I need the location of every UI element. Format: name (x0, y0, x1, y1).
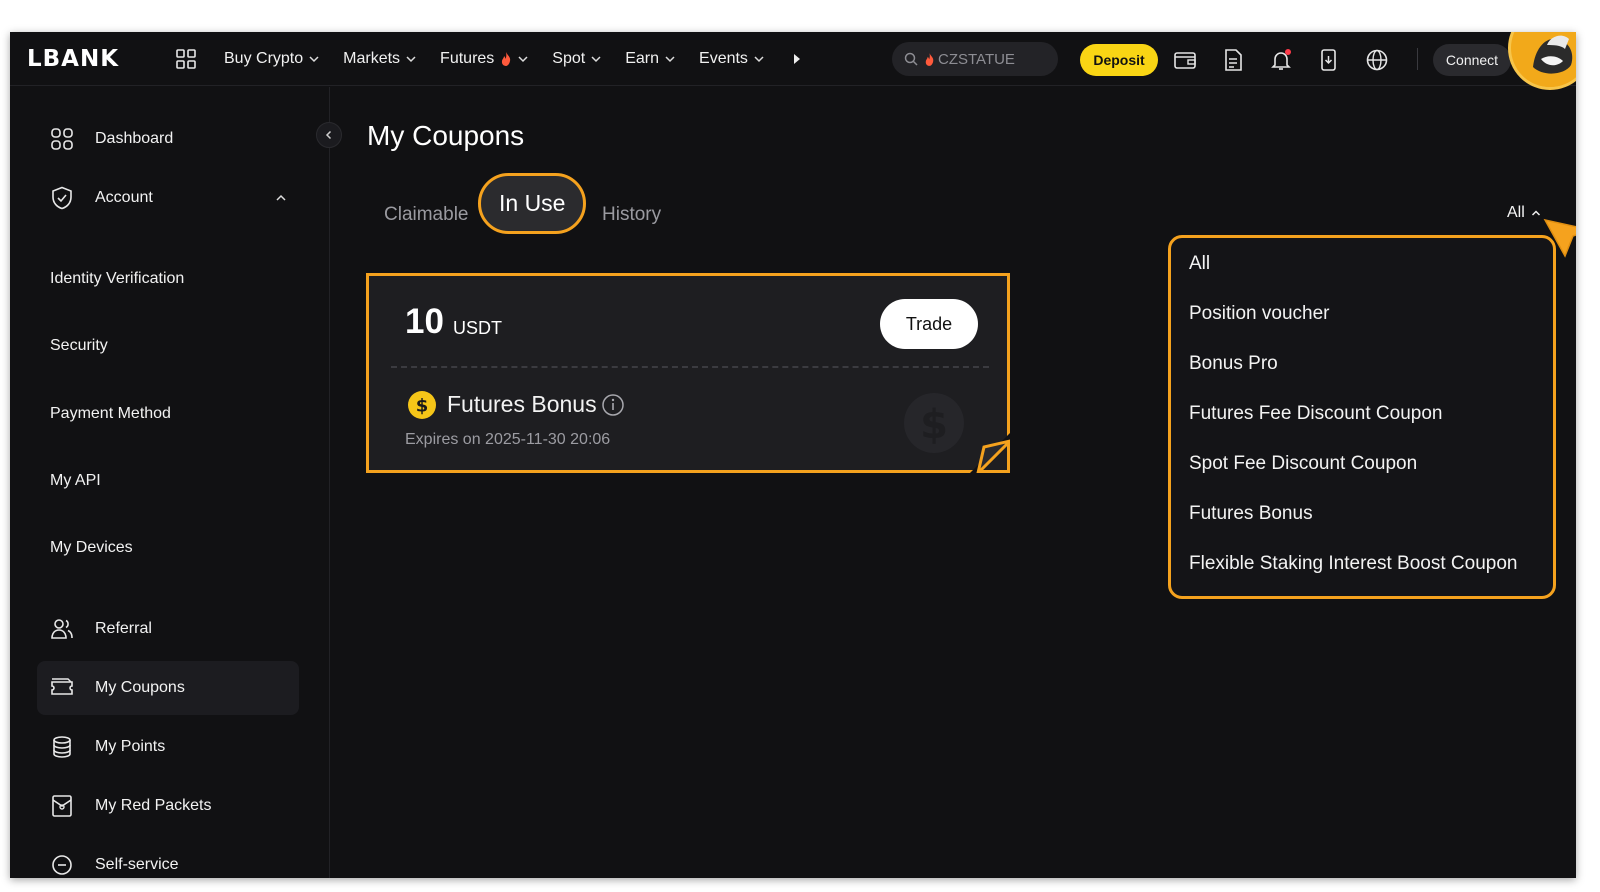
dropdown-option-position-voucher[interactable]: Position voucher (1189, 303, 1329, 325)
svg-text:$: $ (920, 402, 948, 448)
avatar-graphic-icon (1513, 32, 1576, 87)
lbank-logo[interactable]: LBANK (27, 46, 119, 72)
chevron-down-icon (518, 56, 528, 63)
sidebar-item-my-points[interactable]: My Points (37, 720, 299, 774)
notification-bell-icon[interactable] (1269, 48, 1293, 72)
chevron-up-icon (1531, 210, 1540, 216)
tab-history[interactable]: History (602, 204, 661, 226)
coupon-divider (391, 366, 989, 368)
nav-events[interactable]: Events (699, 50, 764, 68)
sidebar-item-security[interactable]: Security (50, 337, 108, 355)
coupon-ticket-icon (51, 678, 73, 695)
nav-divider (1417, 48, 1418, 70)
dropdown-option-flexible-staking-interest-boost-coupon[interactable]: Flexible Staking Interest Boost Coupon (1189, 553, 1517, 575)
coupon-expiry: Expires on 2025-11-30 20:06 (405, 431, 611, 448)
dropdown-option-futures-fee-discount-coupon[interactable]: Futures Fee Discount Coupon (1189, 403, 1442, 425)
nav-markets[interactable]: Markets (343, 50, 416, 68)
tab-claimable[interactable]: Claimable (384, 204, 468, 226)
nav-buy-crypto[interactable]: Buy Crypto (224, 50, 319, 68)
coin-watermark-icon: $ (904, 393, 964, 453)
nav-spot[interactable]: Spot (552, 50, 601, 68)
coupon-card: 10 USDT Trade $ Futures Bonus Expires on… (366, 273, 1010, 473)
dashboard-grid-icon (51, 128, 73, 150)
coupon-amount: 10 (405, 302, 444, 341)
connect-button[interactable]: Connect (1433, 44, 1511, 76)
search-icon (904, 52, 918, 66)
coin-stack-icon (53, 736, 71, 758)
download-app-icon[interactable] (1317, 48, 1341, 72)
nav-futures[interactable]: Futures (440, 50, 528, 68)
sidebar-item-my-red-packets[interactable]: My Red Packets (37, 779, 299, 833)
tab-in-use[interactable]: In Use (478, 173, 587, 234)
sidebar-item-my-devices[interactable]: My Devices (50, 539, 133, 557)
page-title: My Coupons (367, 120, 525, 151)
sidebar-item-account[interactable]: Account (37, 171, 299, 225)
search-input-value: CZSTATUE (938, 50, 1015, 68)
chevron-up-icon (276, 194, 286, 201)
dropdown-option-all[interactable]: All (1189, 253, 1210, 275)
fire-icon (925, 52, 934, 66)
language-globe-icon[interactable] (1365, 48, 1389, 72)
app-window: LBANK Buy Crypto Markets Futures Spot Ea… (10, 32, 1576, 878)
nav-earn[interactable]: Earn (625, 50, 675, 68)
deposit-button[interactable]: Deposit (1080, 44, 1158, 76)
sidebar: Dashboard Account Identity Verification … (10, 87, 330, 878)
chevron-down-icon (309, 56, 319, 63)
chevron-left-icon (325, 130, 332, 140)
wallet-icon[interactable] (1173, 48, 1197, 72)
corner-fold-icon (970, 433, 1010, 473)
info-icon[interactable] (601, 393, 625, 417)
sidebar-item-self-service[interactable]: Self-service (37, 838, 299, 878)
sidebar-item-my-coupons[interactable]: My Coupons (37, 661, 299, 715)
self-service-icon (52, 855, 72, 875)
red-packet-icon (52, 795, 72, 817)
chevron-down-icon (591, 56, 601, 63)
sidebar-item-dashboard[interactable]: Dashboard (37, 112, 299, 166)
search-box[interactable]: CZSTATUE (892, 42, 1058, 76)
dropdown-option-futures-bonus[interactable]: Futures Bonus (1189, 503, 1313, 525)
orders-document-icon[interactable] (1221, 48, 1245, 72)
shield-check-icon (52, 186, 72, 210)
dollar-coin-icon: $ (408, 391, 436, 419)
sidebar-collapse-button[interactable] (316, 122, 342, 148)
dropdown-option-spot-fee-discount-coupon[interactable]: Spot Fee Discount Coupon (1189, 453, 1417, 475)
sidebar-item-identity-verification[interactable]: Identity Verification (50, 270, 184, 288)
sidebar-item-referral[interactable]: Referral (37, 602, 299, 656)
dropdown-option-bonus-pro[interactable]: Bonus Pro (1189, 353, 1278, 375)
apps-grid-icon[interactable] (176, 49, 196, 69)
chevron-down-icon (406, 56, 416, 63)
coupon-name: Futures Bonus (447, 391, 597, 417)
coupon-unit: USDT (453, 318, 502, 338)
main-menu: Buy Crypto Markets Futures Spot Earn Eve… (224, 32, 802, 86)
chevron-down-icon (754, 56, 764, 63)
trade-button[interactable]: Trade (880, 299, 978, 349)
sidebar-item-payment-method[interactable]: Payment Method (50, 405, 171, 423)
nav-more-arrow-icon[interactable] (792, 53, 802, 65)
users-icon (51, 619, 73, 639)
user-avatar[interactable] (1508, 32, 1576, 90)
fire-icon (502, 52, 511, 66)
chevron-down-icon (665, 56, 675, 63)
top-navigation: LBANK Buy Crypto Markets Futures Spot Ea… (10, 32, 1576, 90)
sidebar-item-my-api[interactable]: My API (50, 472, 101, 490)
coupon-type-filter[interactable]: All (1507, 204, 1541, 222)
svg-text:$: $ (416, 396, 429, 417)
coupon-type-dropdown: All Position voucher Bonus Pro Futures F… (1168, 235, 1556, 599)
